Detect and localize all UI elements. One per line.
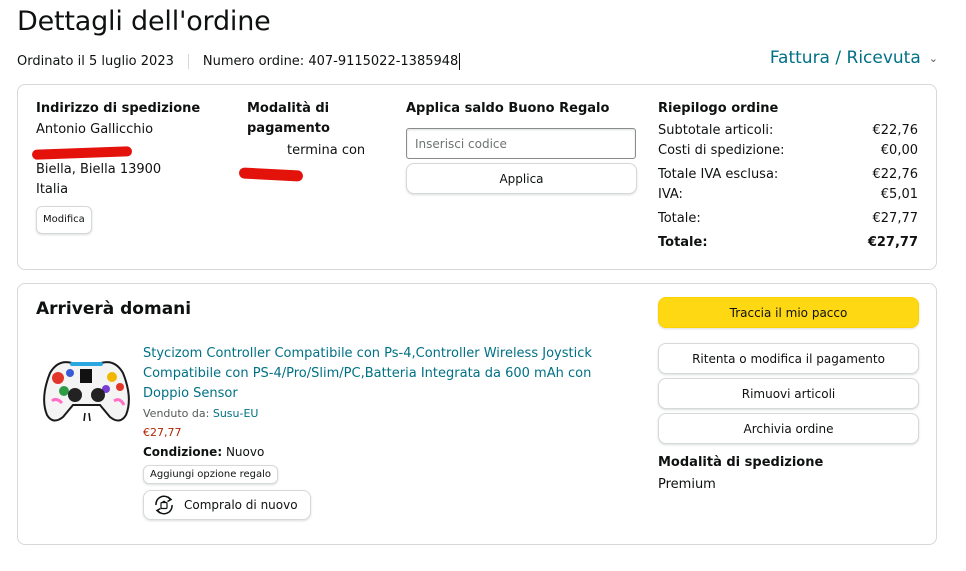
sold-by: Venduto da: Susu-EU [143, 407, 613, 420]
summary-label: Subtotale articoli: [658, 123, 774, 138]
redaction-mark [238, 167, 304, 182]
card-ending: termina con [287, 143, 366, 158]
shipping-mode-value: Premium [658, 477, 716, 492]
shipping-address: Indirizzo di spedizione Antonio Gallicch… [36, 99, 236, 234]
summary-row-net: Totale IVA esclusa: €22,76 [658, 165, 918, 185]
summary-value: €5,01 [880, 187, 918, 202]
text-cursor [459, 53, 461, 70]
remove-items-button[interactable]: Rimuovi articoli [658, 378, 919, 409]
summary-label: Totale IVA esclusa: [658, 167, 779, 182]
summary-row-vat: IVA: €5,01 [658, 185, 918, 205]
delivery-status: Arriverà domani [36, 299, 192, 319]
summary-value: €22,76 [872, 123, 919, 138]
summary-label: Totale: [658, 235, 708, 250]
gift-code-input[interactable] [406, 128, 636, 159]
invoice-link[interactable]: Fattura / Ricevuta ⌄ [770, 48, 938, 68]
meta-divider [187, 54, 189, 69]
buy-again-button[interactable]: Compralo di nuovo [143, 490, 311, 520]
summary-row-grand-total: Totale: €27,77 [658, 233, 918, 253]
buy-again-icon [155, 495, 173, 515]
gift-card-section: Applica saldo Buono Regalo Applica [406, 99, 638, 194]
summary-title: Riepilogo ordine [658, 101, 779, 116]
order-number: Numero ordine: 407-9115022-1385948 [202, 54, 459, 69]
order-date: Ordinato il 5 luglio 2023 [17, 54, 174, 69]
product-image[interactable] [40, 353, 133, 428]
address-city: Biella, Biella 13900 [36, 162, 162, 177]
summary-value: €27,77 [867, 235, 918, 250]
summary-label: Totale: [658, 211, 701, 226]
summary-row-total: Totale: €27,77 [658, 209, 918, 229]
summary-row-subtotal: Subtotale articoli: €22,76 [658, 121, 918, 141]
archive-order-button[interactable]: Archivia ordine [658, 413, 919, 444]
payment-title: Modalità di pagamento [247, 101, 330, 136]
recipient-name: Antonio Gallicchio [36, 122, 154, 137]
payment-method: Modalità di pagamento termina con [247, 99, 387, 161]
summary-row-shipping: Costi di spedizione: €0,00 [658, 141, 918, 161]
retry-payment-button[interactable]: Ritenta o modifica il pagamento [658, 343, 919, 374]
shipping-mode-title: Modalità di spedizione [658, 455, 824, 470]
condition-label: Condizione: [143, 445, 223, 459]
order-info-card: Indirizzo di spedizione Antonio Gallicch… [17, 84, 937, 270]
track-package-button[interactable]: Traccia il mio pacco [658, 297, 919, 328]
shipment-card: Arriverà domani Stycizom Controller Comp… [17, 283, 937, 545]
order-meta: Ordinato il 5 luglio 2023 Numero ordine:… [17, 53, 461, 70]
invoice-link-label: Fattura / Ricevuta [769, 48, 921, 68]
product-price: €27,77 [143, 426, 182, 439]
summary-value: €27,77 [872, 211, 919, 226]
product-condition: Condizione: Nuovo [143, 445, 613, 459]
condition-value: Nuovo [225, 445, 265, 459]
seller-link[interactable]: Susu-EU [213, 407, 259, 420]
apply-gift-button[interactable]: Applica [406, 163, 637, 194]
summary-label: IVA: [658, 187, 683, 202]
summary-value: €22,76 [872, 167, 919, 182]
gift-card-title: Applica saldo Buono Regalo [406, 101, 610, 116]
edit-address-button[interactable]: Modifica [36, 206, 92, 234]
address-country: Italia [36, 182, 69, 197]
order-actions: Traccia il mio pacco Ritenta o modifica … [658, 297, 919, 492]
page-title: Dettagli dell'ordine [17, 6, 271, 37]
chevron-down-icon: ⌄ [928, 51, 938, 65]
add-gift-option-button[interactable]: Aggiungi opzione regalo [143, 465, 278, 484]
summary-label: Costi di spedizione: [658, 143, 785, 158]
buy-again-label: Compralo di nuovo [184, 498, 298, 512]
summary-value: €0,00 [880, 143, 918, 158]
sold-by-label: Venduto da: [143, 407, 210, 420]
product-title-link[interactable]: Stycizom Controller Compatibile con Ps-4… [143, 344, 613, 404]
product-info: Stycizom Controller Compatibile con Ps-4… [143, 344, 613, 520]
shipping-title: Indirizzo di spedizione [36, 101, 201, 116]
order-summary: Riepilogo ordine Subtotale articoli: €22… [658, 99, 918, 253]
